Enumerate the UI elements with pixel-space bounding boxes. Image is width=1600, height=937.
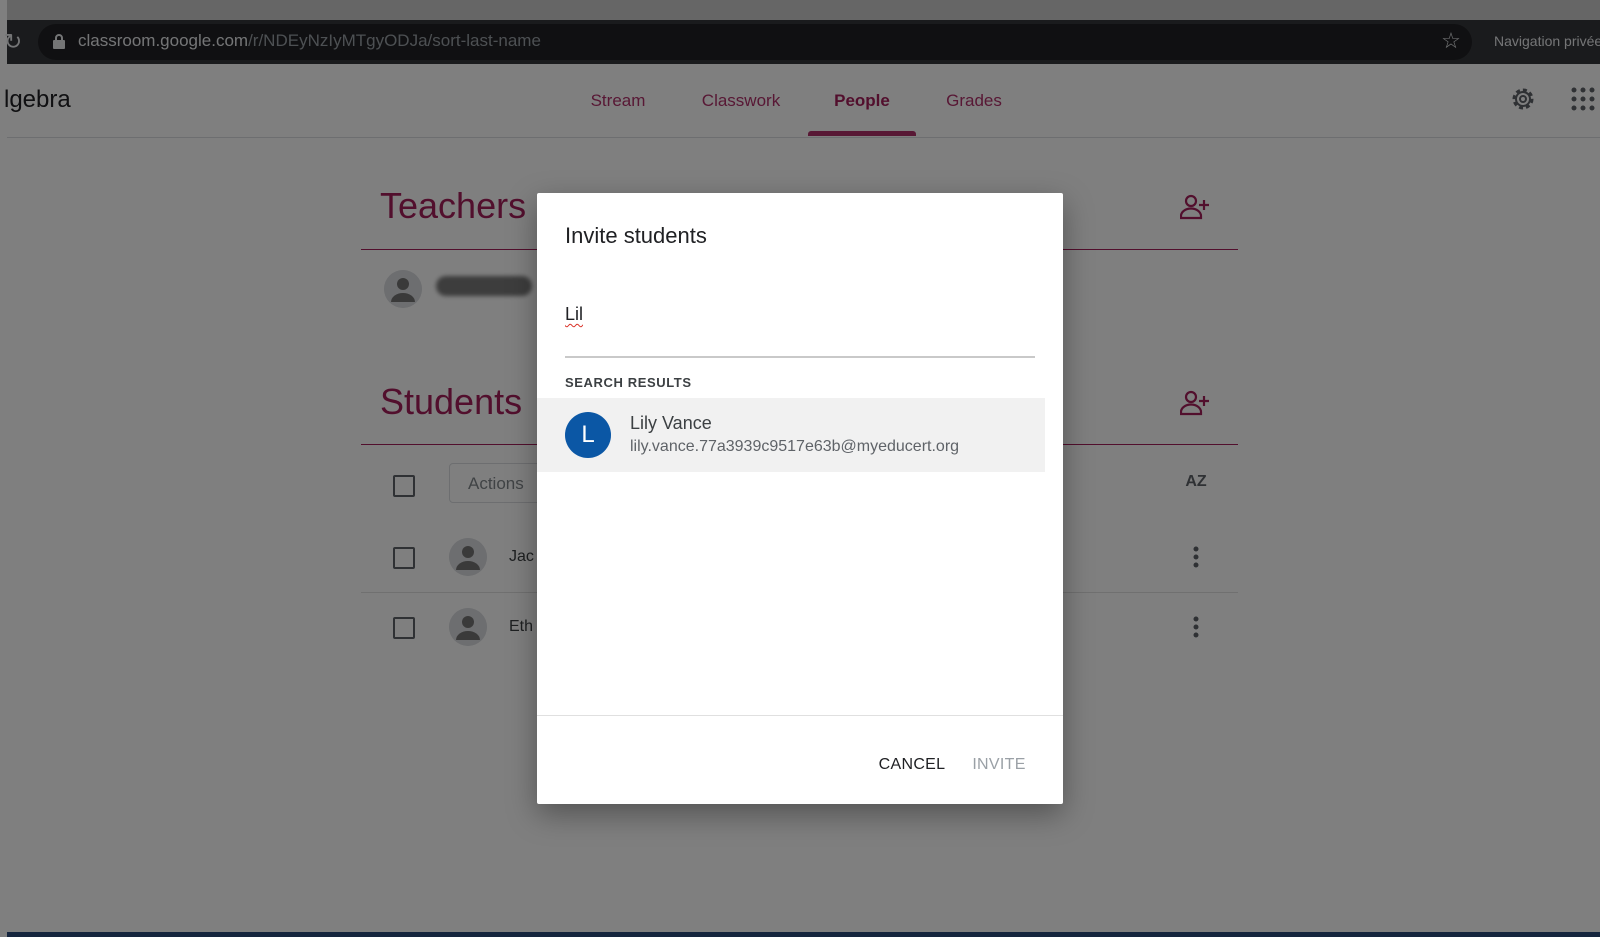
search-results-heading: SEARCH RESULTS: [565, 375, 692, 390]
result-email: lily.vance.77a3939c9517e63b@myeducert.or…: [630, 438, 960, 455]
search-input-text: Lil: [565, 304, 584, 324]
result-avatar: L: [565, 412, 611, 458]
invite-button[interactable]: INVITE: [964, 748, 1034, 782]
invite-students-dialog: [537, 193, 1063, 804]
student-search-input[interactable]: [565, 298, 1035, 358]
search-result-item[interactable]: [537, 398, 1045, 472]
dialog-footer-divider: [537, 715, 1063, 716]
dialog-title: Invite students: [565, 223, 707, 248]
result-name: Lily Vance: [630, 413, 712, 433]
cancel-button[interactable]: CANCEL: [868, 748, 956, 782]
